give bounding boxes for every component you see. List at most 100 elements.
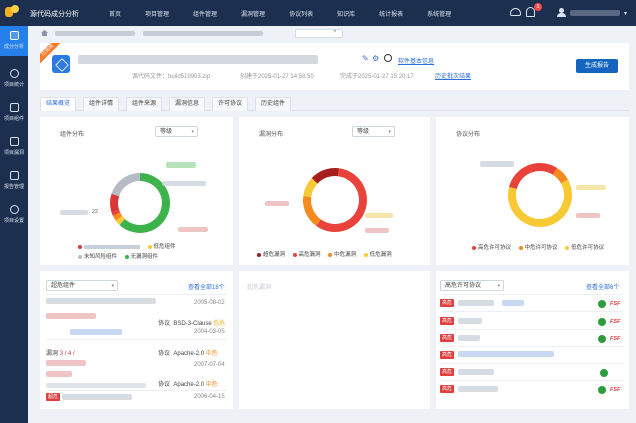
legend-item: 未知风险组件: [78, 252, 117, 260]
license-name-redacted[interactable]: [502, 300, 524, 306]
license-name-redacted[interactable]: [458, 300, 494, 306]
fsf-badge: FSF: [610, 387, 621, 393]
license-name-redacted[interactable]: [458, 351, 554, 357]
callout-label-redacted: [576, 185, 606, 190]
vulnerability-donut-chart: [303, 168, 367, 232]
view-all-components-link[interactable]: 查看全部18个: [188, 282, 225, 291]
component-level-select[interactable]: 超危组件 ▾: [46, 280, 118, 291]
tab-component-details[interactable]: 组件详情: [83, 97, 120, 111]
license-row[interactable]: 高危: [440, 385, 455, 393]
view-all-licenses-link[interactable]: 查看全部6个: [586, 282, 619, 291]
pie-icon: [9, 69, 19, 78]
avatar[interactable]: [557, 8, 566, 17]
sidebar-item-reports[interactable]: 报告管理: [0, 166, 28, 196]
legend-item: 中危漏洞: [328, 250, 356, 258]
chart-legend: 高危许可协议 中危许可协议 低危许可协议: [472, 243, 610, 251]
component-date: 2006-04-15: [194, 394, 225, 400]
donut-slice-低危许可协议[interactable]: [508, 179, 572, 227]
sidebar-item-settings[interactable]: 项目设置: [0, 200, 28, 230]
tab-licenses[interactable]: 许可协议: [212, 97, 249, 111]
component-name-redacted[interactable]: [46, 313, 96, 319]
user-name-redacted[interactable]: [570, 10, 620, 16]
license-row[interactable]: 高危: [440, 351, 455, 359]
nav-system[interactable]: 系统管理: [427, 9, 451, 18]
license-row[interactable]: 高危: [440, 368, 455, 376]
nav-licenses[interactable]: 协议列表: [289, 9, 313, 18]
nav-knowledge[interactable]: 知识库: [337, 9, 355, 18]
small-value-label: 22: [92, 209, 99, 215]
tab-history-components[interactable]: 历史组件: [255, 97, 292, 111]
chevron-down-icon[interactable]: ▾: [624, 10, 627, 17]
home-icon[interactable]: [41, 30, 48, 36]
top-navbar: 源代码成分分析 首页 项目管理 组件管理 漏洞管理 协议列表 知识库 统计报表 …: [0, 0, 636, 26]
donut-slice-中危组件[interactable]: [112, 212, 123, 221]
settings-icon[interactable]: ⚙: [372, 54, 379, 63]
sidebar-item-components[interactable]: 项目组件: [0, 98, 28, 128]
nav-vulnerabilities[interactable]: 漏洞管理: [241, 9, 265, 18]
completed-time: 完成于2025-01-27 15:20:17: [340, 74, 414, 80]
legend-item: 低危组件: [147, 242, 176, 250]
license-level-select[interactable]: 高危许可协议 ▾: [440, 280, 504, 291]
breadcrumb-redacted[interactable]: [143, 31, 263, 36]
edit-icon[interactable]: ✎: [362, 54, 369, 63]
sidebar-item-composition[interactable]: 成分分析: [0, 26, 28, 56]
breadcrumb-redacted[interactable]: [55, 31, 135, 36]
chart-legend: 超危漏洞 高危漏洞 中危漏洞 低危漏洞: [257, 250, 398, 258]
legend-item: 超危漏洞: [257, 250, 285, 258]
nav-projects[interactable]: 项目管理: [145, 9, 169, 18]
component-license: 协议 BSD-3-Clause 低危: [158, 321, 226, 327]
donut-slice-低危漏洞[interactable]: [303, 178, 318, 198]
history-batch-link[interactable]: 历史批次结果: [435, 71, 471, 80]
component-name-redacted[interactable]: [46, 360, 86, 366]
package-icon: [52, 55, 70, 73]
license-name-redacted[interactable]: [458, 386, 498, 392]
component-license: 协议 Apache-2.0 中危: [158, 351, 218, 357]
component-version-redacted: [70, 329, 122, 335]
donut-slice-超危组件[interactable]: [110, 193, 120, 213]
osi-approved-icon: [600, 369, 608, 377]
basic-info-link[interactable]: 软件基本信息: [398, 56, 434, 65]
legend-item: 高危漏洞: [292, 250, 321, 258]
component-name-redacted[interactable]: [46, 371, 72, 377]
legend-item: 无漏洞组件: [124, 252, 158, 260]
license-row[interactable]: 高危: [440, 334, 455, 342]
tab-component-source[interactable]: 组件来源: [126, 97, 163, 111]
breadcrumb: ×: [33, 29, 636, 39]
donut-slice-中危许可协议[interactable]: [552, 167, 569, 184]
sidebar-item-label: 项目设置: [3, 218, 24, 224]
donut-slice-高危许可协议[interactable]: [509, 163, 558, 190]
tab-vulnerability-info[interactable]: 漏洞信息: [169, 97, 206, 111]
donut-slice-未知风险组件[interactable]: [111, 173, 141, 197]
generate-report-button[interactable]: 生成报告: [576, 59, 618, 73]
donut-slice-超危漏洞[interactable]: [311, 168, 340, 184]
license-row[interactable]: 高危: [440, 299, 455, 307]
license-distribution-panel: 协议分布 高危许可协议 中危许可协议 低危许可协议: [436, 117, 629, 265]
license-name-redacted[interactable]: [458, 318, 482, 324]
component-name-redacted[interactable]: [46, 298, 156, 304]
donut-slice-高危组件[interactable]: [111, 209, 121, 216]
cloud-icon[interactable]: [510, 8, 521, 16]
chevron-down-icon: ▾: [111, 283, 114, 289]
tab-overview[interactable]: 结果概览: [40, 97, 77, 111]
donut-slice-无漏洞组件[interactable]: [119, 173, 170, 233]
osi-approved-icon: [598, 300, 606, 308]
callout-label-redacted: [365, 213, 393, 218]
nav-home[interactable]: 首页: [109, 9, 121, 18]
sidebar-item-vulnerabilities[interactable]: 项目漏洞: [0, 132, 28, 162]
sidebar-item-stats[interactable]: 项目统计: [0, 64, 28, 94]
donut-slice-中危漏洞[interactable]: [303, 195, 322, 226]
license-name-redacted[interactable]: [458, 369, 494, 375]
component-name-redacted[interactable]: [62, 394, 132, 400]
nav-components[interactable]: 组件管理: [193, 9, 217, 18]
donut-slice-高危漏洞[interactable]: [316, 168, 367, 232]
sidebar-item-label: 报告管理: [3, 184, 24, 190]
license-name-redacted[interactable]: [458, 335, 480, 341]
analysis-icon: [9, 31, 19, 40]
info-circle-icon[interactable]: [384, 54, 392, 62]
close-icon[interactable]: ×: [333, 29, 337, 35]
main-nav: 首页 项目管理 组件管理 漏洞管理 协议列表 知识库 统计报表 系统管理: [109, 9, 475, 18]
license-row[interactable]: 高危: [440, 317, 455, 325]
nav-reports[interactable]: 统计报表: [379, 9, 403, 18]
component-date: 2007-07-04: [194, 362, 225, 368]
donut-slice-低危组件[interactable]: [115, 215, 126, 225]
